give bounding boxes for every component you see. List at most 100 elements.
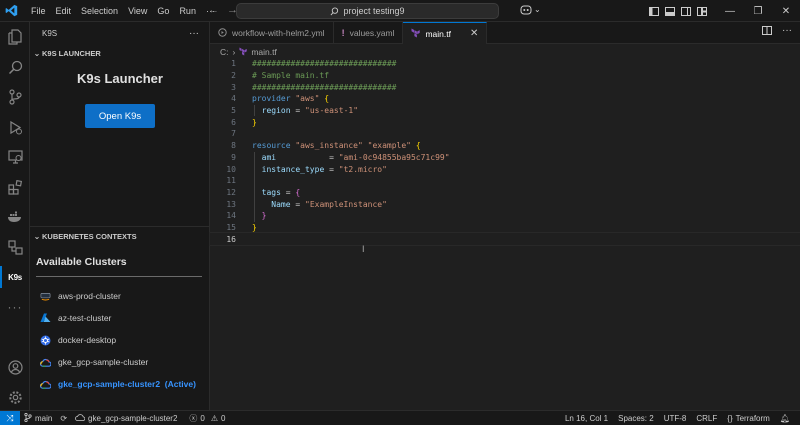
toggle-panel-icon[interactable] [662, 0, 678, 22]
menu-view[interactable]: View [123, 0, 152, 22]
cluster-item-active[interactable]: gke_gcp-sample-cluster2 (Active) [40, 376, 196, 392]
line-text: ############################## [252, 59, 397, 69]
cluster-item[interactable]: aws-prod-cluster [40, 288, 121, 304]
tab-values-yaml[interactable]: ! values.yaml [334, 22, 404, 44]
docker-icon[interactable] [0, 202, 30, 232]
cluster-item[interactable]: gke_gcp-sample-cluster [40, 354, 148, 370]
tab-workflow-with-helm2[interactable]: workflow-with-helm2.yml [210, 22, 334, 44]
code-line[interactable]: 2 # Sample main.tf [210, 70, 800, 82]
line-number: 12 [226, 187, 236, 197]
k9s-icon[interactable]: K9s [0, 262, 30, 292]
command-center-label: project testing9 [343, 6, 405, 16]
sidebar-header: K9S ··· [30, 22, 209, 44]
problems-status[interactable]: ⓧ 0 ⚠ 0 [185, 413, 229, 424]
tab-label: main.tf [425, 28, 451, 39]
error-icon: ⓧ [189, 413, 198, 423]
code-line[interactable]: 8 resource "aws_instance" "example" { [210, 140, 800, 152]
section-k9s-launcher[interactable]: ⌄ K9S LAUNCHER [30, 44, 209, 62]
minimize-icon[interactable]: — [716, 0, 744, 22]
breadcrumb-drive[interactable]: C: [220, 47, 229, 57]
search-icon[interactable] [0, 52, 30, 82]
cursor-position[interactable]: Ln 16, Col 1 [561, 414, 612, 423]
encoding[interactable]: UTF-8 [660, 414, 691, 423]
code-line[interactable]: 6} [210, 116, 800, 128]
code-line[interactable]: 12 tags = { [210, 187, 800, 199]
editor-tabs: workflow-with-helm2.yml ! values.yaml ma… [210, 22, 800, 44]
line-number: 2 [231, 71, 236, 81]
menu-edit[interactable]: Edit [51, 0, 77, 22]
code-line[interactable]: 9 ami = "ami-0c94855ba95c71c99" [210, 152, 800, 164]
menu-run[interactable]: Run [174, 0, 201, 22]
branch-status[interactable]: main [20, 412, 56, 424]
more-views-icon[interactable]: ··· [0, 292, 30, 322]
open-k9s-button[interactable]: Open K9s [85, 104, 155, 128]
cluster-item[interactable]: docker-desktop [40, 332, 116, 348]
line-number: 15 [226, 222, 236, 232]
line-number: 8 [231, 141, 236, 151]
back-arrow-icon[interactable]: ← [208, 4, 219, 16]
toggle-secondary-sidebar-icon[interactable] [678, 0, 694, 22]
activity-bar: K9s ··· [0, 22, 30, 410]
status-bar: ⤨ main ⟳ gke_gcp-sample-cluster2 ⓧ 0 ⚠ 0… [0, 410, 800, 425]
code-line[interactable]: 7 [210, 128, 800, 140]
source-control-icon[interactable] [0, 82, 30, 112]
line-number: 13 [226, 199, 236, 209]
close-tab-icon[interactable]: ✕ [470, 28, 478, 39]
code-line[interactable]: 13 Name = "ExampleInstance" [210, 198, 800, 210]
search-icon [331, 6, 339, 15]
menu-file[interactable]: File [26, 0, 51, 22]
line-number: 11 [226, 176, 236, 186]
code-editor[interactable]: 1 ############################## 2 # Sample… [209, 58, 800, 246]
section-kubernetes-contexts[interactable]: ⌄ KUBERNETES CONTEXTS [30, 226, 210, 245]
section-title: KUBERNETES CONTEXTS [42, 231, 137, 241]
menu-selection[interactable]: Selection [76, 0, 123, 22]
code-line[interactable]: 11 [210, 175, 800, 187]
sync-icon[interactable]: ⟳ [56, 414, 71, 423]
notifications-bell-icon[interactable]: 🔔︎ [776, 414, 794, 423]
error-count: 0 [200, 413, 205, 423]
line-text: instance_type = "t2.micro" [261, 164, 387, 174]
code-line[interactable]: 4 provider "aws" { [210, 93, 800, 105]
line-text: tags = { [261, 187, 301, 197]
k9s-sidebar: K9S ··· ⌄ K9S LAUNCHER K9s Launcher Open… [30, 22, 210, 410]
kubernetes-explorer-icon[interactable] [0, 232, 30, 262]
indentation[interactable]: Spaces: 2 [614, 414, 658, 423]
kubernetes-context-status[interactable]: gke_gcp-sample-cluster2 [71, 414, 181, 423]
explorer-icon[interactable] [0, 22, 30, 52]
tab-label: values.yaml [349, 28, 395, 38]
extensions-icon[interactable] [0, 172, 30, 202]
more-actions-icon[interactable]: ··· [782, 26, 792, 38]
language-mode[interactable]: {} Terraform [723, 414, 774, 423]
code-line[interactable]: 10 instance_type = "t2.micro" [210, 163, 800, 175]
code-line[interactable]: 14 } [210, 210, 800, 222]
cluster-item[interactable]: az-test-cluster [40, 310, 111, 326]
split-editor-icon[interactable] [762, 26, 772, 38]
command-center[interactable]: project testing9 [236, 3, 499, 19]
remote-explorer-icon[interactable] [0, 142, 30, 172]
breadcrumb-file[interactable]: main.tf [251, 47, 277, 57]
run-debug-icon[interactable] [0, 112, 30, 142]
line-text: region = "us-east-1" [261, 106, 359, 116]
code-line[interactable]: 1 ############################## [210, 58, 800, 70]
copilot-button[interactable]: ⌄ [520, 4, 541, 15]
toggle-primary-sidebar-icon[interactable] [646, 0, 662, 22]
close-icon[interactable]: ✕ [772, 0, 800, 22]
braces-icon: {} [727, 414, 733, 423]
remote-indicator-icon[interactable]: ⤨ [0, 410, 20, 425]
line-text: ami = "ami-0c94855ba95c71c99" [261, 152, 450, 162]
code-line[interactable]: 3 ############################## [210, 81, 800, 93]
customize-layout-icon[interactable] [694, 0, 710, 22]
code-line[interactable]: 5 region = "us-east-1" [210, 105, 800, 117]
sidebar-title: K9S [42, 28, 58, 38]
accounts-icon[interactable] [0, 352, 30, 382]
end-of-line[interactable]: CRLF [692, 414, 721, 423]
settings-gear-icon[interactable] [0, 382, 30, 412]
cluster-name: docker-desktop [58, 335, 117, 345]
cloud-icon [75, 413, 86, 423]
code-line[interactable]: 16 [209, 232, 800, 246]
code-line[interactable]: 15} [210, 222, 800, 234]
menu-go[interactable]: Go [152, 0, 174, 22]
sidebar-more-actions-icon[interactable]: ··· [189, 28, 199, 39]
tab-main-tf[interactable]: main.tf ✕ [403, 22, 488, 44]
restore-icon[interactable]: ❐ [744, 0, 772, 22]
